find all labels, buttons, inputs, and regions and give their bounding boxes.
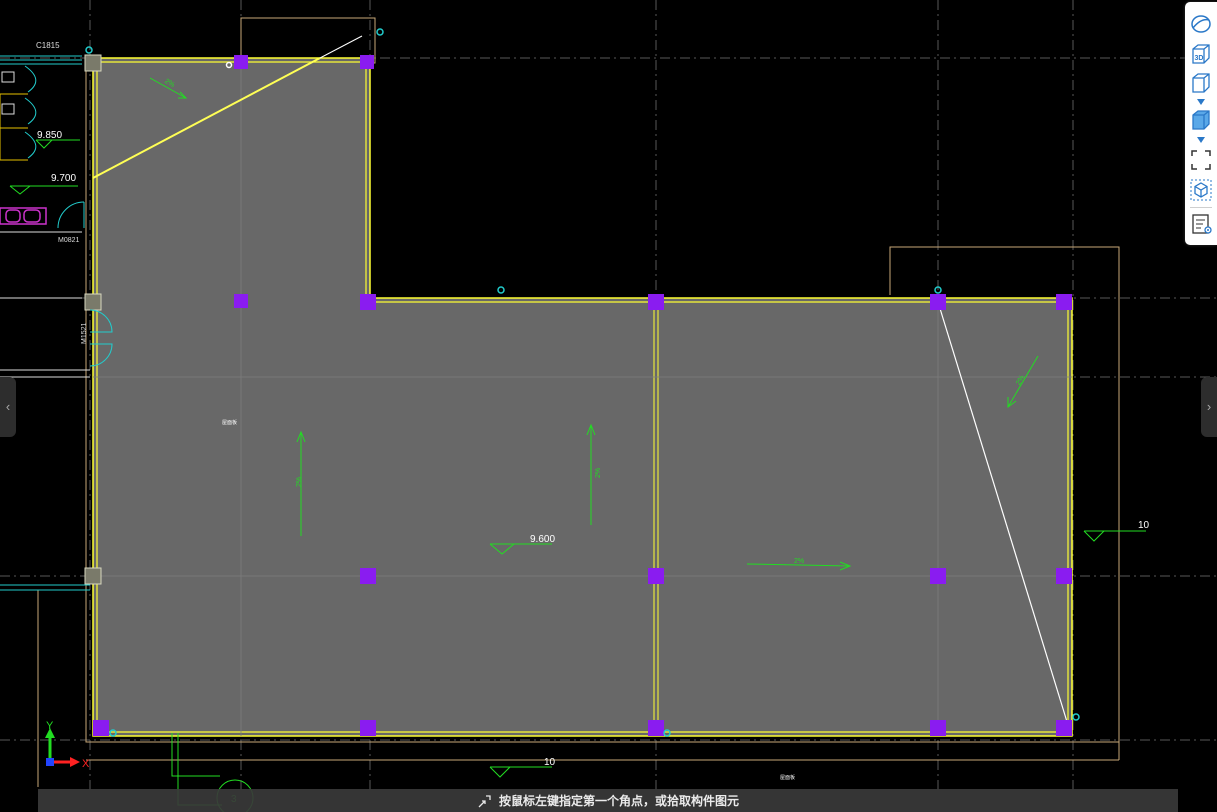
door-tag-2: M1521 xyxy=(81,322,88,344)
column xyxy=(360,568,376,584)
chevron-down-icon[interactable] xyxy=(1197,137,1205,143)
view-toolbar: 3D xyxy=(1185,2,1217,245)
column xyxy=(234,55,248,69)
view-cube-icon[interactable] xyxy=(1189,71,1213,95)
pick-cursor-icon xyxy=(478,794,491,807)
column xyxy=(648,294,664,310)
command-prompt-text: 按鼠标左键指定第一个角点，或拾取构件图元 xyxy=(498,794,739,808)
column xyxy=(930,720,946,736)
elevation-label-bottom: 10 xyxy=(544,757,556,768)
column xyxy=(1056,720,1072,736)
elevation-label-right: 10 xyxy=(1138,520,1150,531)
orbit-icon[interactable] xyxy=(1189,12,1213,36)
column xyxy=(648,720,664,736)
door-tag: M0821 xyxy=(58,237,80,244)
isolate-3d-icon[interactable] xyxy=(1189,178,1213,202)
axis-y-label: Y xyxy=(46,720,54,732)
column xyxy=(360,720,376,736)
right-panel-toggle[interactable]: › xyxy=(1201,377,1217,437)
chevron-down-icon[interactable] xyxy=(1197,99,1205,105)
properties-icon[interactable] xyxy=(1189,212,1213,236)
left-panel-toggle[interactable]: ‹ xyxy=(0,377,16,437)
view-3d-icon[interactable]: 3D xyxy=(1189,42,1213,66)
slope-label: 2% xyxy=(595,468,602,478)
column xyxy=(930,568,946,584)
axis-x-label: X xyxy=(82,758,90,770)
cad-canvas[interactable]: C1815 M0821 M1521 9.850 9.700 2% 2% 2% 2… xyxy=(0,0,1217,812)
column xyxy=(1056,294,1072,310)
column xyxy=(360,294,376,310)
zoom-extents-icon[interactable] xyxy=(1189,148,1213,172)
column xyxy=(1056,568,1072,584)
elevation-label-b: 9.700 xyxy=(51,173,76,184)
column xyxy=(930,294,946,310)
slope-label: 2% xyxy=(296,477,303,487)
column xyxy=(360,55,374,69)
elevation-label-a: 9.850 xyxy=(37,130,62,141)
window-tag: C1815 xyxy=(36,41,60,50)
bottom-note: 屋面板 xyxy=(780,774,795,781)
column xyxy=(648,568,664,584)
shaded-cube-icon[interactable] xyxy=(1189,108,1213,132)
room-note: 屋面板 xyxy=(222,419,237,426)
column xyxy=(234,294,248,308)
slope-label: 2% xyxy=(794,558,804,565)
command-prompt-bar: 按鼠标左键指定第一个角点，或拾取构件图元 xyxy=(38,789,1178,812)
elevation-label-center: 9.600 xyxy=(530,534,555,545)
view-3d-label: 3D xyxy=(1195,55,1204,62)
column xyxy=(93,720,109,736)
